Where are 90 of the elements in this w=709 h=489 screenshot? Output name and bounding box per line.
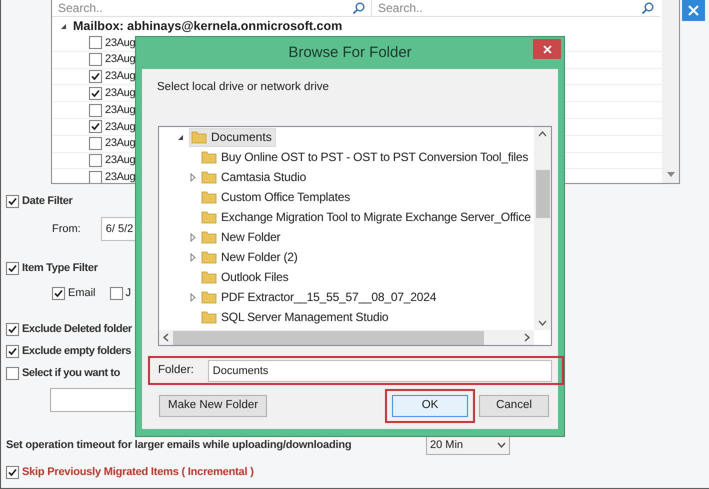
checkbox[interactable]: [89, 170, 102, 183]
folder-item-label[interactable]: 23Aug: [105, 135, 136, 152]
search-field[interactable]: Search..: [58, 0, 352, 17]
tree-item[interactable]: PDF Extractor__15_55_57__08_07_2024: [201, 288, 436, 306]
tree-item[interactable]: Buy Online OST to PST - OST to PST Conversion Tool_files: [201, 148, 528, 166]
close-button[interactable]: [533, 39, 561, 59]
folder-icon: [201, 209, 217, 226]
folder-item-label[interactable]: 23Aug: [105, 85, 136, 102]
checkbox[interactable]: [89, 120, 102, 134]
timeout-label: Set operation timeout for larger emails while uploading/downloading: [6, 438, 352, 453]
folder-icon: [201, 309, 217, 326]
checkbox[interactable]: [89, 53, 102, 66]
expand-arrow-icon[interactable]: [190, 172, 196, 182]
checkbox[interactable]: [6, 323, 19, 336]
search-icon[interactable]: [641, 2, 654, 14]
folder-item-label[interactable]: 23Aug: [105, 68, 136, 85]
checkbox[interactable]: [52, 286, 65, 300]
folder-icon: [201, 269, 217, 286]
item-type-filter-label: Item Type Filter: [22, 260, 98, 276]
search-icon[interactable]: [352, 2, 365, 14]
scrollbar[interactable]: [662, 0, 679, 183]
scroll-up-icon[interactable]: [538, 131, 547, 138]
dialog-button[interactable]: Make New Folder: [159, 394, 268, 417]
option-label: Exclude Deleted folder: [22, 322, 132, 338]
folder-icon: [191, 129, 207, 146]
close-button[interactable]: [682, 0, 705, 21]
checkbox[interactable]: [89, 104, 102, 117]
incremental-label: Skip Previously Migrated Items ( Incremental ): [22, 464, 254, 480]
tree-item[interactable]: New Folder (2): [201, 248, 298, 266]
checkbox[interactable]: [89, 154, 102, 167]
vertical-scrollbar[interactable]: [534, 127, 551, 330]
item-type-label: J: [126, 286, 132, 301]
folder-icon: [201, 189, 217, 206]
folder-icon: [201, 249, 217, 266]
tree-item[interactable]: Custom Office Templates: [201, 188, 350, 206]
search-field[interactable]: Search..: [378, 0, 641, 17]
expand-arrow-icon[interactable]: [190, 292, 196, 302]
date-filter-label: Date Filter: [22, 194, 72, 209]
folder-item-label[interactable]: 23Aug: [105, 169, 136, 183]
checkbox[interactable]: [89, 137, 102, 150]
checkbox[interactable]: [89, 36, 102, 50]
folder-item-label[interactable]: 23Aug: [105, 102, 136, 118]
dialog-button[interactable]: OK: [392, 394, 468, 417]
scroll-down-icon[interactable]: [666, 172, 674, 177]
horizontal-scrollbar[interactable]: [159, 330, 534, 346]
folder-item-label[interactable]: 23Aug: [105, 152, 136, 169]
close-icon: [542, 44, 552, 54]
scroll-thumb[interactable]: [173, 330, 484, 345]
from-label: From:: [52, 222, 81, 237]
folder-label: Folder:: [158, 363, 194, 378]
instruction-text: Select local drive or network drive: [157, 80, 330, 95]
folder-field[interactable]: Documents: [208, 360, 552, 382]
scroll-down-icon[interactable]: [538, 320, 547, 326]
checkbox[interactable]: [89, 70, 102, 83]
close-icon: [688, 5, 699, 16]
timeout-dropdown[interactable]: 20 Min: [426, 435, 510, 455]
tree-item[interactable]: New Folder: [201, 228, 280, 246]
option-label: Select if you want to: [22, 366, 120, 382]
tree-item[interactable]: Documents: [189, 128, 276, 147]
tree-item[interactable]: SQL Server Management Studio: [201, 308, 388, 326]
tree-item[interactable]: Exchange Migration Tool to Migrate Exchange Server_Office: [201, 208, 531, 226]
scroll-left-icon[interactable]: [163, 333, 169, 342]
item-type-label: Email: [68, 286, 96, 301]
dialog-title: Browse For Folder: [288, 42, 412, 63]
checkbox[interactable]: [6, 262, 19, 274]
checkbox[interactable]: [89, 86, 102, 100]
checkbox[interactable]: [6, 466, 19, 478]
folder-icon: [201, 149, 217, 166]
checkbox[interactable]: [110, 286, 123, 300]
checkbox[interactable]: [6, 345, 19, 358]
checkbox[interactable]: [6, 194, 19, 208]
tree-item[interactable]: Outlook Files: [201, 268, 288, 286]
scroll-right-icon[interactable]: [524, 333, 530, 342]
expand-arrow-icon[interactable]: [190, 232, 196, 242]
option-label: Exclude empty folders: [22, 344, 131, 360]
collapse-arrow-icon[interactable]: [177, 134, 184, 141]
mailbox-label[interactable]: Mailbox: abhinays@kernela.onmicrosoft.com: [73, 16, 342, 36]
folder-item-label[interactable]: 23Aug: [105, 34, 136, 52]
folder-icon: [201, 229, 217, 246]
checkbox[interactable]: [6, 367, 19, 380]
collapse-arrow-icon[interactable]: [60, 22, 67, 30]
scroll-thumb[interactable]: [536, 170, 550, 218]
expand-arrow-icon[interactable]: [190, 252, 196, 262]
chevron-down-icon: [497, 442, 506, 448]
folder-icon: [201, 289, 217, 306]
folder-icon: [201, 169, 217, 186]
folder-item-label[interactable]: 23Aug: [105, 118, 136, 136]
folder-item-label[interactable]: 23Aug: [105, 51, 136, 68]
dialog-button[interactable]: Cancel: [479, 394, 549, 417]
tree-item[interactable]: Camtasia Studio: [201, 168, 306, 186]
